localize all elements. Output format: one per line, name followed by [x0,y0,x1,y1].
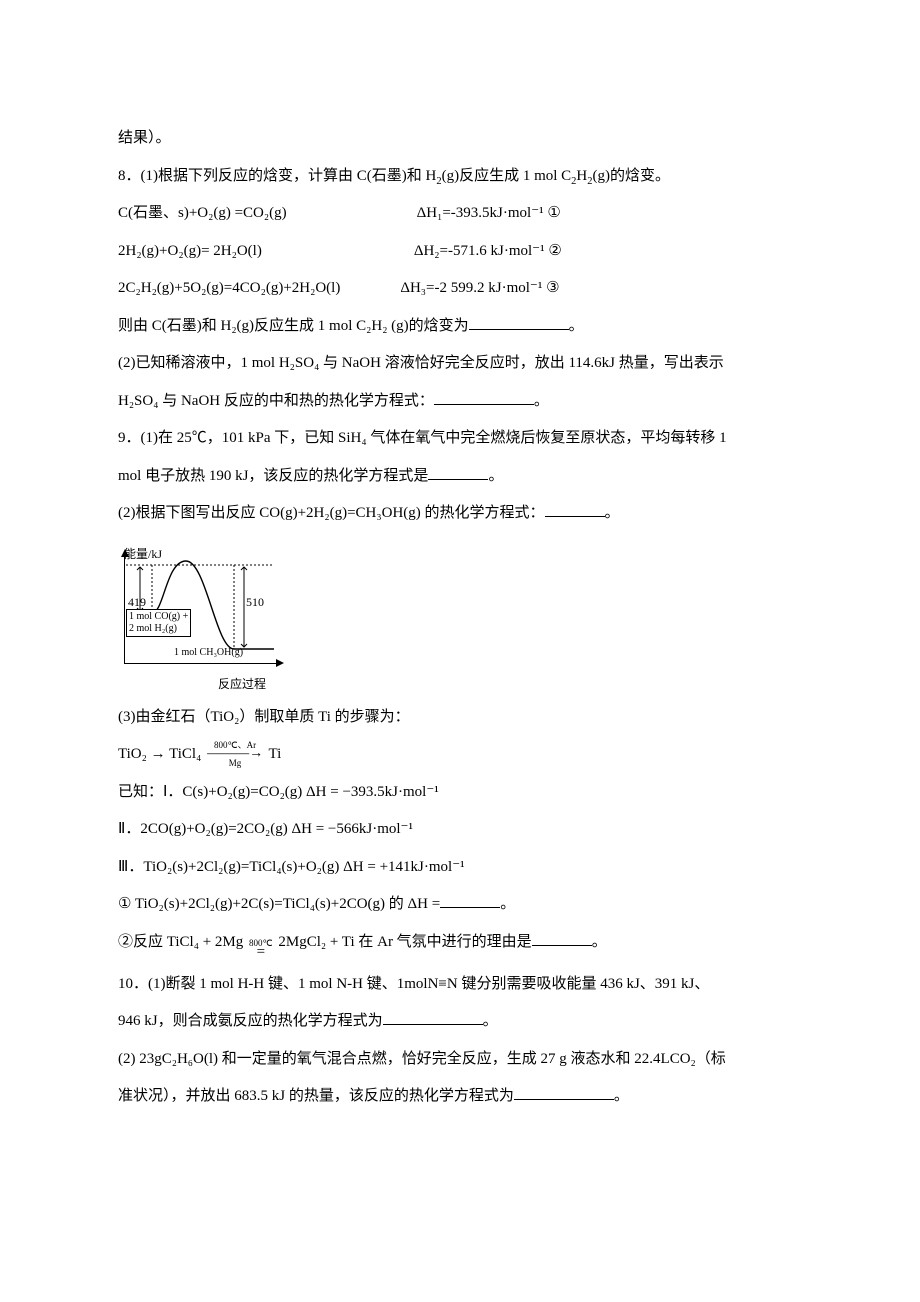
text: 。 [569,318,584,334]
text: 。 [483,1013,498,1029]
q9-1b: mol 电子放热 190 kJ，该反应的热化学方程式是 。 [118,458,802,496]
eq-left: 2H₂(g)+O₂(g)= 2H₂O(l) [118,233,262,271]
q9-3: (3)由金红石（TiO₂）制取单质 Ti 的步骤为： [118,699,802,737]
chart-value-510: 510 [246,587,264,617]
text: 。 [592,934,607,950]
blank-answer[interactable] [428,462,488,480]
q9-3-1: ① TiO₂(s)+2Cl₂(g)+2C(s)=TiCl₄(s)+2CO(g) … [118,886,802,924]
q8-1: 8．(1)根据下列反应的焓变，计算由 C(石墨)和 H2(g)反应生成 1 mo… [118,158,802,196]
text: ① TiO₂(s)+2Cl₂(g)+2C(s)=TiCl₄(s)+2CO(g) … [118,896,440,912]
text: H [576,168,587,184]
text: 则由 C(石墨)和 H₂(g)反应生成 1 mol C₂H₂ (g)的焓变为 [118,318,469,334]
text: 。 [488,468,503,484]
blank-answer[interactable] [532,928,592,946]
text: 准状况），并放出 683.5 kJ 的热量，该反应的热化学方程式为 [118,1088,514,1104]
chart-reactants-label: 1 mol CO(g) +2 mol H₂(g) [126,609,191,637]
q10-2b: 准状况），并放出 683.5 kJ 的热量，该反应的热化学方程式为 。 [118,1078,802,1116]
blank-answer[interactable] [383,1008,483,1026]
q10-1a: 10．(1)断裂 1 mol H-H 键、1 mol N-H 键、1molN≡N… [118,966,802,1004]
text: 8．(1)根据下列反应的焓变，计算由 C(石墨)和 H [118,168,436,184]
q10-1b: 946 kJ，则合成氨反应的热化学方程式为 。 [118,1003,802,1041]
eq-right: ΔH₂=-571.6 kJ·mol⁻¹ ② [414,233,562,271]
text: TiO₂ → TiCl₄ [118,746,201,762]
energy-diagram: 能量/kJ 419 510 1 mol CO(g) +2 mol H₂(g) 1… [118,541,288,691]
q9-2: (2)根据下图写出反应 CO(g)+2H₂(g)=CH₃OH(g) 的热化学方程… [118,495,802,533]
text: ②反应 TiCl₄ + 2Mg [118,934,243,950]
blank-answer[interactable] [545,500,605,518]
blank-answer[interactable] [469,312,569,330]
q8-2a: (2)已知稀溶液中，1 mol H₂SO₄ 与 NaOH 溶液恰好完全反应时，放… [118,345,802,383]
text: (g)的焓变。 [593,168,671,184]
known-3: Ⅲ．TiO₂(s)+2Cl₂(g)=TiCl₄(s)+O₂(g) ΔH = +1… [118,849,802,887]
text: (2)根据下图写出反应 CO(g)+2H₂(g)=CH₃OH(g) 的热化学方程… [118,505,545,521]
text-line: 结果）。 [118,120,802,158]
text: 。 [614,1088,629,1104]
text: 。 [500,896,515,912]
q9-1a: 9．(1)在 25℃，101 kPa 下，已知 SiH₄ 气体在氧气中完全燃烧后… [118,420,802,458]
text: 2MgCl₂ + Ti 在 Ar 气氛中进行的理由是 [278,934,531,950]
text: mol 电子放热 190 kJ，该反应的热化学方程式是 [118,468,428,484]
reaction-condition-icon: 800℃ = [249,939,273,966]
arrow-bot [260,957,262,966]
text: 。 [605,505,620,521]
chart-products-label: 1 mol CH₃OH(g) [174,647,243,659]
q9-3-2: ②反应 TiCl₄ + 2Mg 800℃ = 2MgCl₂ + Ti 在 Ar … [118,924,802,966]
equation-1: C(石墨、s)+O₂(g) =CO₂(g) ΔH₁=-393.5kJ·mol⁻¹… [118,195,802,233]
page: 结果）。 8．(1)根据下列反应的焓变，计算由 C(石墨)和 H2(g)反应生成… [0,0,920,1302]
eq-right: ΔH₃=-2 599.2 kJ·mol⁻¹ ③ [400,270,559,308]
blank-answer[interactable] [434,387,534,405]
text: H₂SO₄ 与 NaOH 反应的中和热的热化学方程式： [118,393,434,409]
known-1: 已知：Ⅰ．C(s)+O₂(g)=CO₂(g) ΔH = −393.5kJ·mol… [118,774,802,812]
reaction-arrow-icon: 800℃、Ar ———→ Mg [207,741,263,767]
text: 946 kJ，则合成氨反应的热化学方程式为 [118,1013,383,1029]
eq-left: C(石墨、s)+O₂(g) =CO₂(g) [118,195,287,233]
arrow-bot: Mg [229,759,242,768]
reaction-route: TiO₂ → TiCl₄ 800℃、Ar ———→ Mg Ti [118,736,802,774]
text: 。 [534,393,549,409]
blank-answer[interactable] [440,891,500,909]
eq-right: ΔH₁=-393.5kJ·mol⁻¹ ① [417,195,561,233]
q10-2a: (2) 23gC₂H₆O(l) 和一定量的氧气混合点燃，恰好完全反应，生成 27… [118,1041,802,1079]
text: (g)反应生成 1 mol C [442,168,572,184]
equation-3: 2C₂H₂(g)+5O₂(g)=4CO₂(g)+2H₂O(l) ΔH₃=-2 5… [118,270,802,308]
eq-left: 2C₂H₂(g)+5O₂(g)=4CO₂(g)+2H₂O(l) [118,270,340,308]
q8-2b: H₂SO₄ 与 NaOH 反应的中和热的热化学方程式： 。 [118,383,802,421]
blank-answer[interactable] [514,1083,614,1101]
text: Ti [269,746,282,762]
equation-2: 2H₂(g)+O₂(g)= 2H₂O(l) ΔH₂=-571.6 kJ·mol⁻… [118,233,802,271]
known-2: Ⅱ．2CO(g)+O₂(g)=2CO₂(g) ΔH = −566kJ·mol⁻¹ [118,811,802,849]
chart-xlabel: 反应过程 [218,669,266,699]
q8-1-ans: 则由 C(石墨)和 H₂(g)反应生成 1 mol C₂H₂ (g)的焓变为 。 [118,308,802,346]
